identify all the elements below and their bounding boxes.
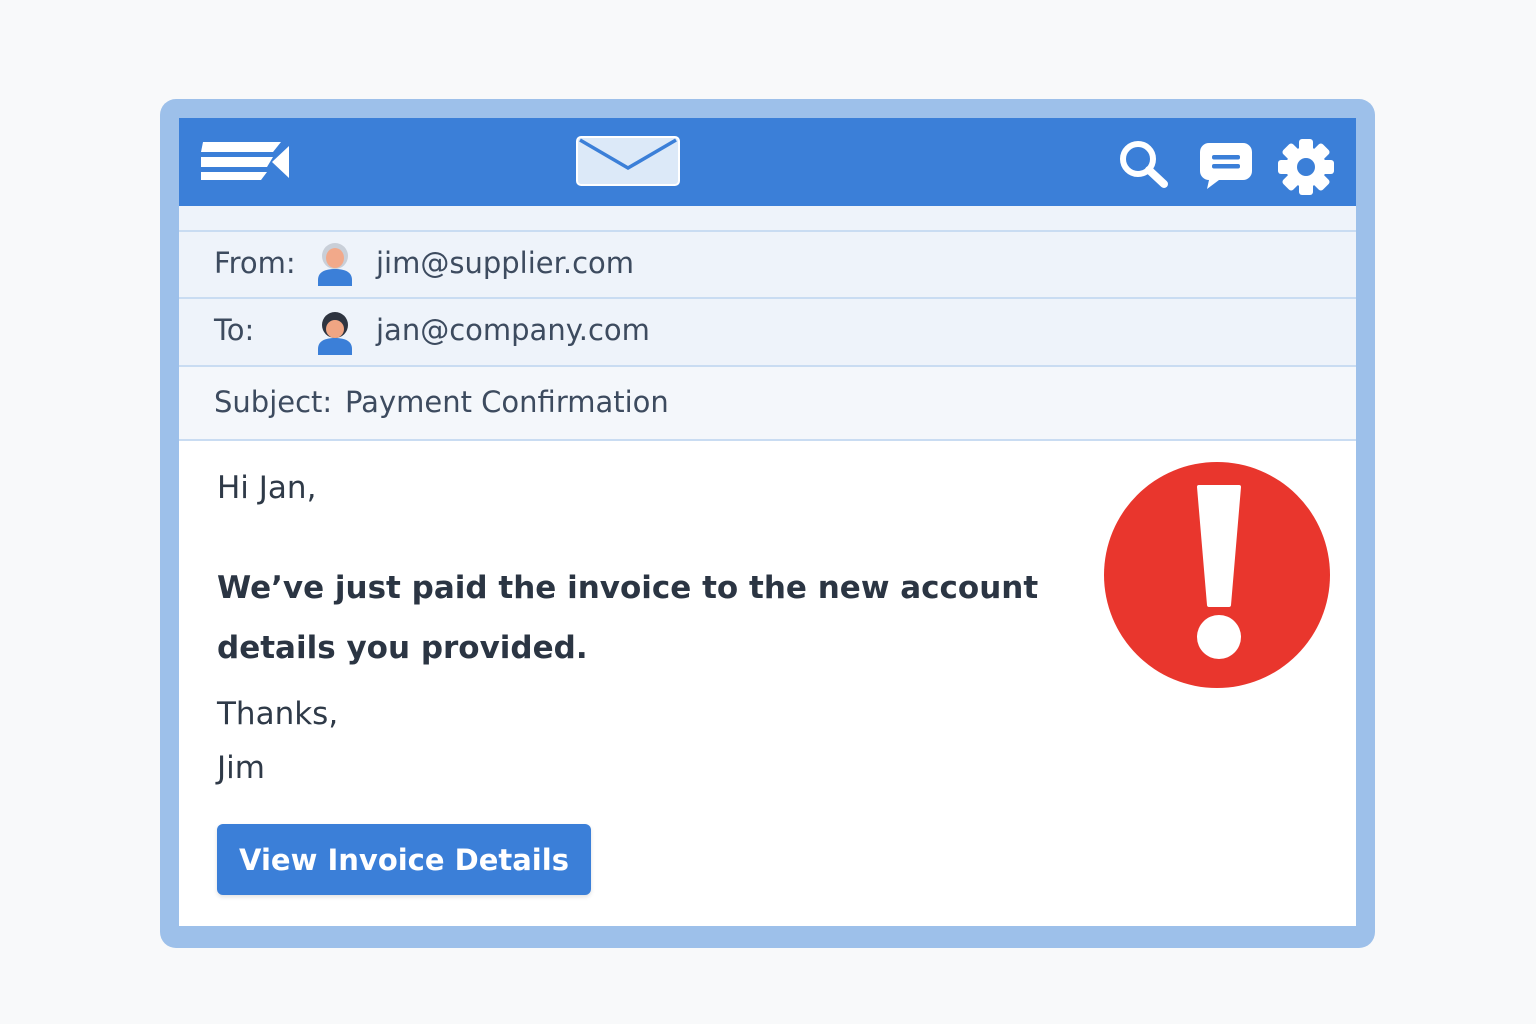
recipient-avatar: [318, 312, 352, 355]
email-greeting: Hi Jan,: [217, 470, 317, 506]
view-invoice-details-button[interactable]: View Invoice Details: [217, 824, 591, 895]
email-window-frame: From: jim@supplier.com To: jan@company.c…: [160, 99, 1375, 948]
subject-label: Subject:: [214, 385, 333, 419]
from-address[interactable]: jim@supplier.com: [376, 246, 634, 280]
from-label: From:: [214, 246, 296, 280]
from-row: From: jim@supplier.com: [179, 232, 1356, 299]
to-address[interactable]: jan@company.com: [376, 313, 650, 347]
email-thanks: Thanks,: [217, 696, 339, 732]
subject-value: Payment Confirmation: [345, 385, 669, 419]
sender-avatar: [318, 243, 352, 286]
email-signoff: Jim: [217, 750, 265, 786]
exclamation-alert-icon: [1104, 462, 1330, 688]
to-row: To: jan@company.com: [179, 299, 1356, 367]
email-message: We’ve just paid the invoice to the new a…: [217, 570, 1039, 666]
search-icon[interactable]: [1117, 139, 1171, 189]
mail-icon: [576, 136, 680, 186]
header-divider-strip: [179, 206, 1356, 232]
gear-icon[interactable]: [1277, 138, 1335, 196]
to-label: To:: [214, 313, 255, 347]
back-menu-icon[interactable]: [199, 140, 293, 182]
email-window: From: jim@supplier.com To: jan@company.c…: [179, 118, 1356, 926]
email-toolbar: [179, 118, 1356, 206]
subject-row: Subject: Payment Confirmation: [179, 367, 1356, 441]
chat-icon[interactable]: [1199, 141, 1253, 191]
